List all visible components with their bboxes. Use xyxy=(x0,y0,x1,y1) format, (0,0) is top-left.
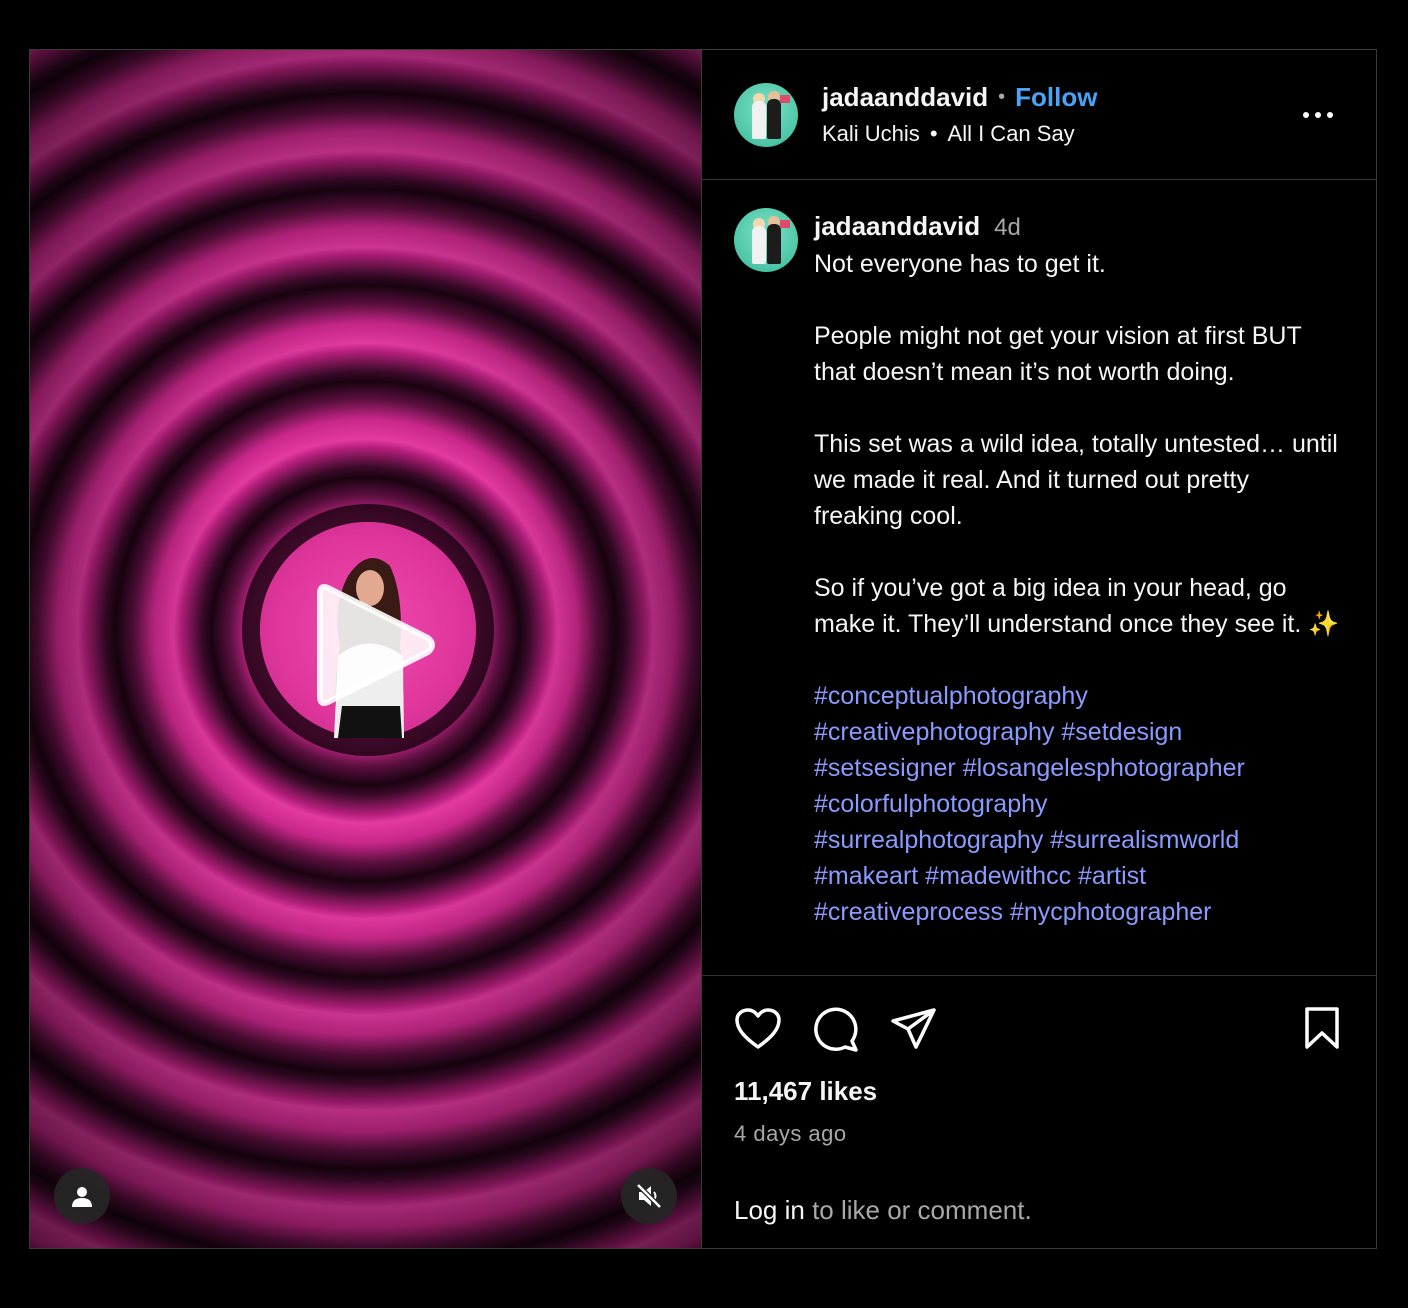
caption-username[interactable]: jadaanddavid xyxy=(814,211,980,241)
hashtag-link[interactable]: #makeart xyxy=(814,862,918,890)
hashtag-list: #conceptualphotography #creativephotogra… xyxy=(814,678,1344,930)
post-modal: jadaanddavid • Follow Kali Uchis • All I… xyxy=(29,49,1377,1249)
hashtag-link[interactable]: #colorfulphotography xyxy=(814,790,1048,818)
header-text: jadaanddavid • Follow Kali Uchis • All I… xyxy=(822,82,1098,147)
share-icon[interactable] xyxy=(890,1007,938,1051)
hashtag-link[interactable]: #losangelesphotographer xyxy=(963,754,1245,782)
caption-text: Not everyone has to get it. People might… xyxy=(814,250,1340,638)
hashtag-link[interactable]: #creativephotography xyxy=(814,718,1054,746)
hashtag-link[interactable]: #madewithcc xyxy=(925,862,1071,890)
caption-body: jadaanddavid 4d Not everyone has to get i… xyxy=(814,208,1344,930)
reel-video[interactable] xyxy=(30,50,702,1248)
person-icon xyxy=(72,1187,92,1207)
play-icon[interactable] xyxy=(310,578,440,712)
mute-toggle-button[interactable] xyxy=(621,1168,677,1224)
hashtag-link[interactable]: #setsesigner xyxy=(814,754,956,782)
post-header: jadaanddavid • Follow Kali Uchis • All I… xyxy=(702,50,1376,180)
caption-time: 4d xyxy=(994,214,1021,241)
avatar[interactable] xyxy=(734,82,798,147)
hashtag-link[interactable]: #setdesign xyxy=(1061,718,1182,746)
audio-separator: • xyxy=(929,121,938,146)
login-link[interactable]: Log in xyxy=(734,1195,805,1225)
audio-artist[interactable]: Kali Uchis xyxy=(822,121,920,147)
hashtag-link[interactable]: #conceptualphotography xyxy=(814,682,1088,710)
actions-section: 11,467 likes 4 days ago Log in to like o… xyxy=(702,976,1376,1248)
hashtag-link[interactable]: #surrealphotography xyxy=(814,826,1043,854)
login-rest: to like or comment. xyxy=(804,1195,1032,1225)
likes-count[interactable]: 11,467 likes xyxy=(734,1076,1344,1107)
post-sidebar: jadaanddavid • Follow Kali Uchis • All I… xyxy=(702,50,1376,1248)
follow-button[interactable]: Follow xyxy=(1015,82,1097,113)
header-dot: • xyxy=(998,86,1006,108)
post-time-ago: 4 days ago xyxy=(734,1121,847,1146)
audio-link[interactable]: Kali Uchis • All I Can Say xyxy=(822,121,1098,147)
caption-avatar[interactable] xyxy=(734,208,798,272)
audio-track[interactable]: All I Can Say xyxy=(948,121,1075,147)
bookmark-icon[interactable] xyxy=(1304,1006,1340,1050)
hashtag-link[interactable]: #artist xyxy=(1078,862,1146,890)
speaker-muted-icon xyxy=(636,1183,662,1209)
heart-icon[interactable] xyxy=(734,1007,782,1051)
hashtag-link[interactable]: #surrealismworld xyxy=(1050,826,1239,854)
comment-icon[interactable] xyxy=(812,1005,860,1053)
hashtag-link[interactable]: #nycphotographer xyxy=(1010,898,1212,926)
header-username[interactable]: jadaanddavid xyxy=(822,82,988,113)
tagged-users-button[interactable] xyxy=(54,1168,110,1224)
more-options-icon[interactable] xyxy=(1300,100,1336,130)
caption-section[interactable]: jadaanddavid 4d Not everyone has to get i… xyxy=(702,180,1376,976)
hashtag-link[interactable]: #creativeprocess xyxy=(814,898,1003,926)
login-prompt: Log in to like or comment. xyxy=(734,1195,1032,1226)
